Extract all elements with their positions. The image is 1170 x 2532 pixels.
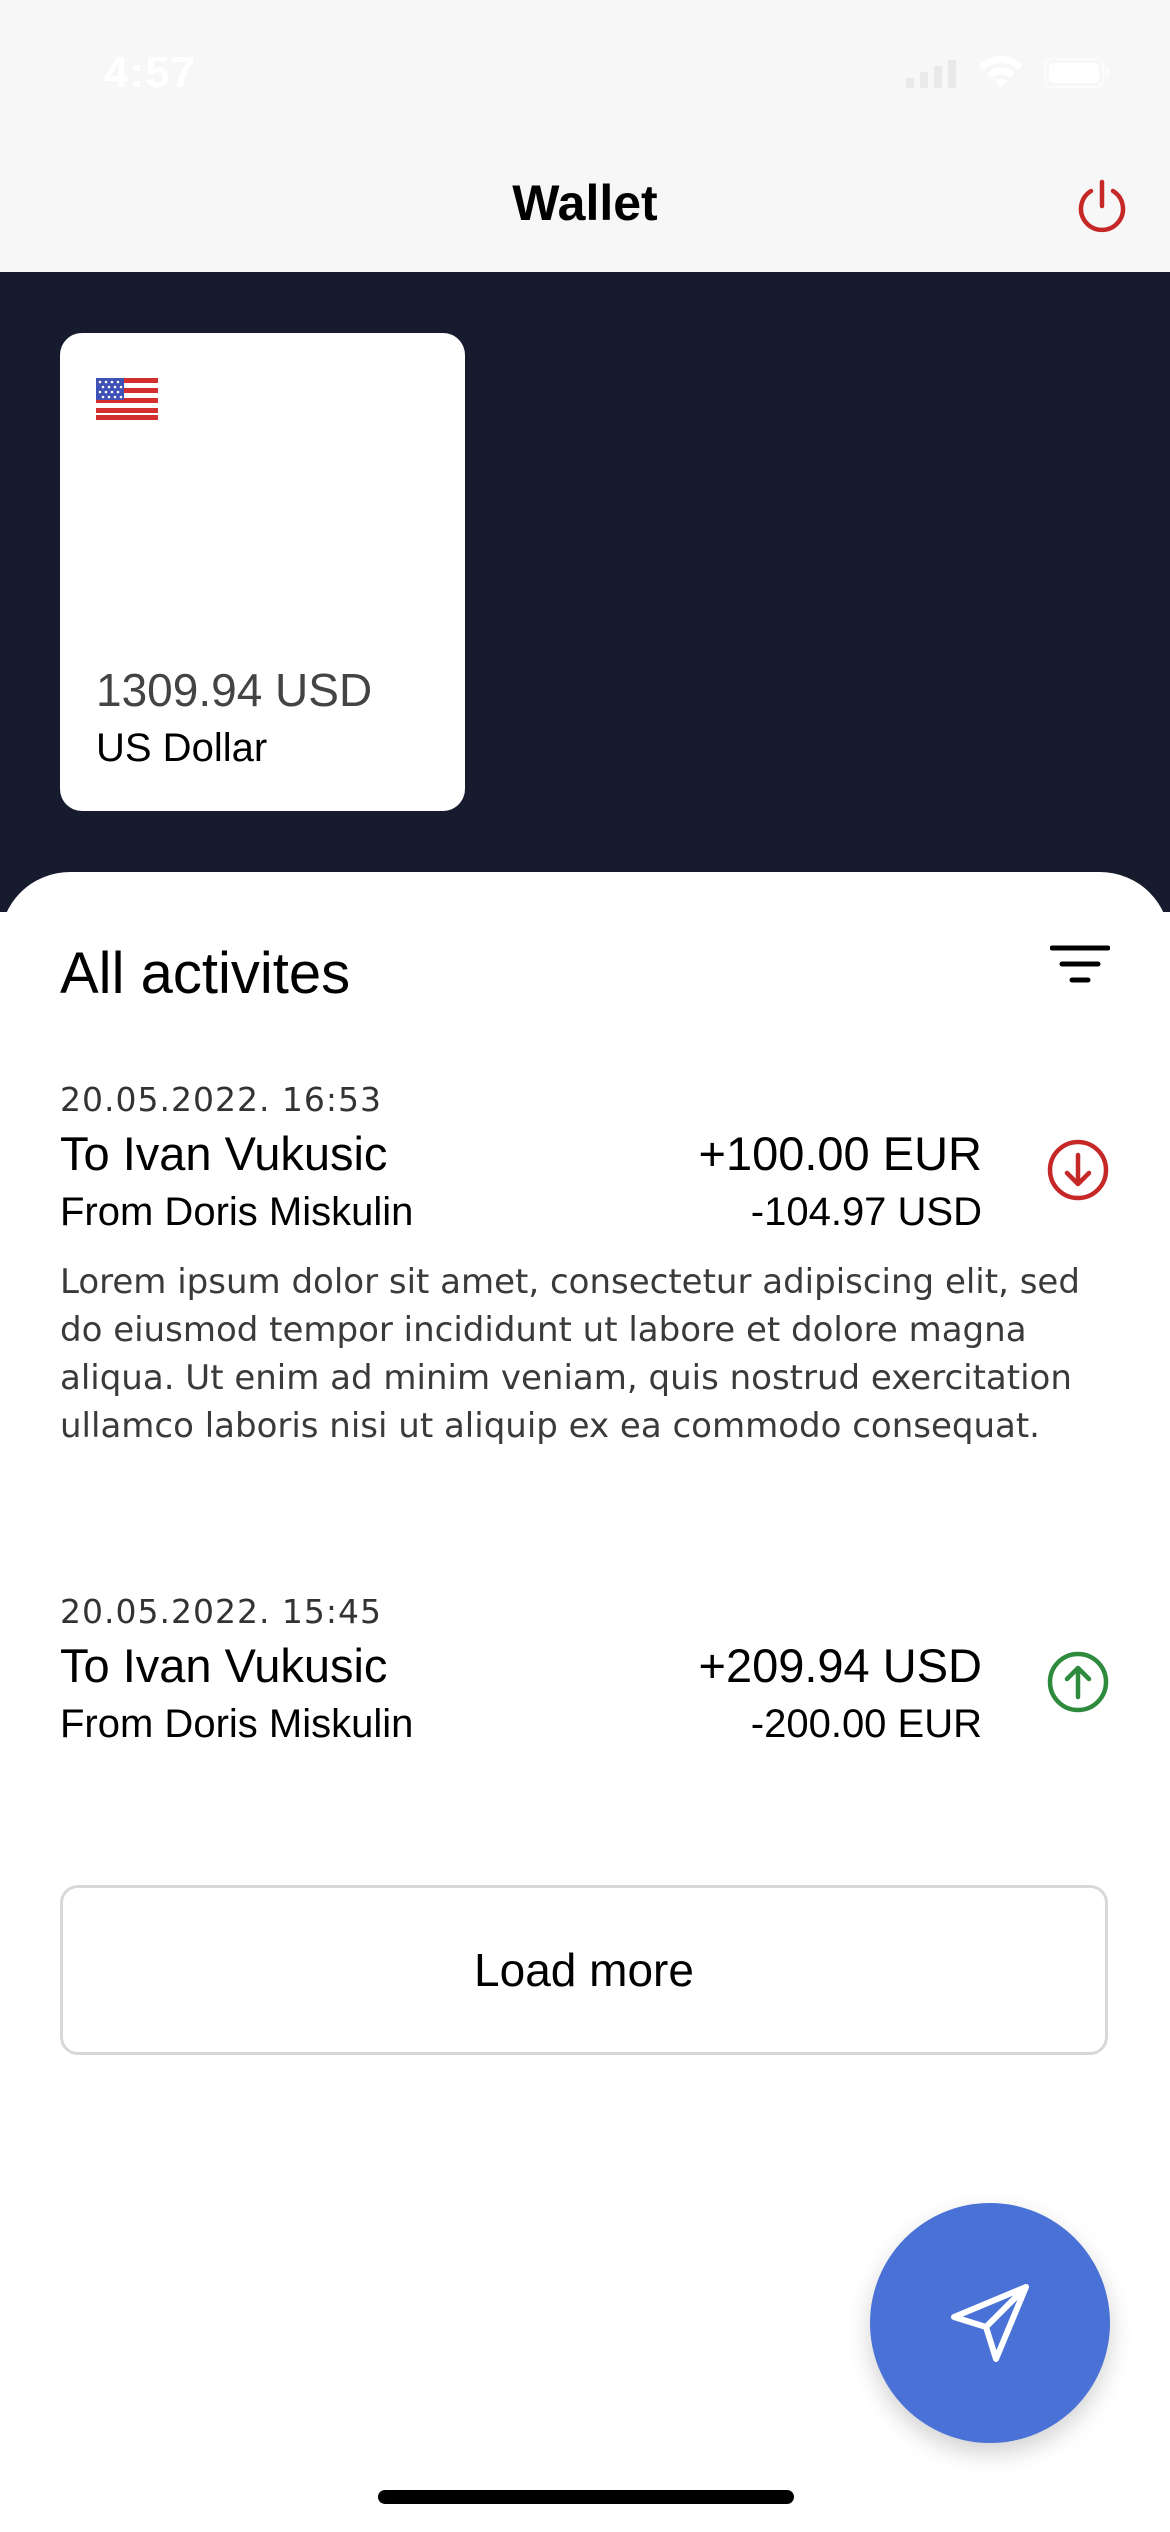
activity-item[interactable]: 20.05.2022. 15:45 To Ivan Vukusic From D… xyxy=(60,1592,1110,1762)
send-money-button[interactable] xyxy=(870,2203,1110,2443)
status-icons xyxy=(906,56,1110,90)
activity-sender: From Doris Miskulin xyxy=(60,1190,414,1234)
activity-amount-secondary: -200.00 EUR xyxy=(750,1702,982,1746)
navigation-bar: Wallet xyxy=(0,150,1170,272)
activity-amount-secondary: -104.97 USD xyxy=(750,1190,982,1234)
activity-recipient: To Ivan Vukusic xyxy=(60,1127,388,1180)
activities-title: All activites xyxy=(60,941,351,1006)
page-title: Wallet xyxy=(512,175,658,231)
activity-recipient: To Ivan Vukusic xyxy=(60,1639,388,1692)
activity-item[interactable]: 20.05.2022. 16:53 To Ivan Vukusic From D… xyxy=(60,1080,1110,1446)
activity-amount-primary: +209.94 USD xyxy=(698,1639,983,1692)
card-currency-name: US Dollar xyxy=(96,726,268,770)
battery-icon xyxy=(1044,58,1109,88)
activity-date: 20.05.2022. 16:53 xyxy=(60,1080,383,1119)
card-balance: 1309.94 USD xyxy=(96,664,373,716)
signal-icon xyxy=(906,60,956,88)
wifi-icon xyxy=(979,56,1023,88)
activity-sender: From Doris Miskulin xyxy=(60,1702,414,1746)
send-icon xyxy=(951,2284,1029,2362)
currency-card-usd[interactable]: 1309.94 USD US Dollar xyxy=(60,333,465,811)
activity-date: 20.05.2022. 15:45 xyxy=(60,1592,383,1631)
us-flag-icon xyxy=(96,378,158,420)
status-bar: 4:57 xyxy=(0,0,1170,150)
arrow-up-circle-icon xyxy=(1047,1651,1109,1713)
power-icon[interactable] xyxy=(1072,176,1132,236)
home-indicator xyxy=(378,2490,794,2504)
load-more-button[interactable]: Load more xyxy=(60,1885,1108,2055)
arrow-down-circle-icon xyxy=(1047,1139,1109,1201)
status-time: 4:57 xyxy=(104,48,197,97)
activity-description: Lorem ipsum dolor sit amet, consectetur … xyxy=(60,1262,1080,1446)
filter-icon[interactable] xyxy=(1050,942,1110,986)
activity-amount-primary: +100.00 EUR xyxy=(698,1127,983,1180)
